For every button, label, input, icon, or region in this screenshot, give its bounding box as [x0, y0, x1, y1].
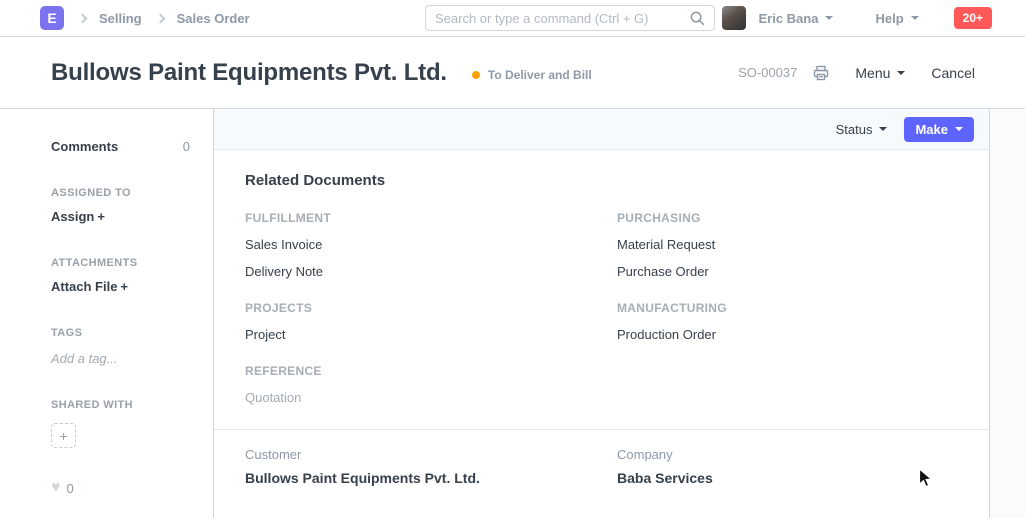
- customer-value[interactable]: Bullows Paint Equipments Pvt. Ltd.: [245, 470, 617, 486]
- menu-label: Menu: [855, 65, 890, 81]
- fulfillment-heading: FULFILLMENT: [245, 211, 617, 225]
- user-avatar[interactable]: [722, 6, 746, 30]
- likes[interactable]: ♥ 0: [51, 480, 190, 496]
- page-body: Comments 0 ASSIGNED TO Assign+ ATTACHMEN…: [0, 109, 1025, 518]
- form-main: Status Make Related Documents FULFILLMEN…: [214, 109, 990, 518]
- navbar-right: Eric Bana Help 20+: [722, 6, 992, 30]
- link-project[interactable]: Project: [245, 328, 617, 342]
- form-toolbar: Status Make: [214, 109, 989, 150]
- user-name-label: Eric Bana: [758, 11, 818, 26]
- status-dropdown-button[interactable]: Status: [836, 122, 888, 137]
- search-input[interactable]: [435, 11, 690, 26]
- status-label: Status: [836, 122, 873, 137]
- related-documents-dashboard: Related Documents FULFILLMENT Sales Invo…: [214, 150, 989, 405]
- make-dropdown-button[interactable]: Make: [904, 117, 974, 142]
- section-empty: [617, 364, 959, 405]
- company-value[interactable]: Baba Services: [617, 470, 959, 486]
- notifications-badge[interactable]: 20+: [954, 7, 992, 29]
- dashboard-grid: FULFILLMENT Sales Invoice Delivery Note …: [245, 189, 959, 405]
- purchasing-heading: PURCHASING: [617, 211, 959, 225]
- breadcrumb-selling[interactable]: Selling: [99, 11, 142, 26]
- page-header: Bullows Paint Equipments Pvt. Ltd. To De…: [0, 37, 1025, 109]
- add-tag-input[interactable]: Add a tag...: [51, 351, 190, 366]
- link-production-order[interactable]: Production Order: [617, 328, 959, 342]
- breadcrumb-chevron-icon: [78, 13, 88, 23]
- assign-button[interactable]: Assign+: [51, 209, 190, 224]
- section-projects: PROJECTS Project: [245, 301, 617, 342]
- menu-button[interactable]: Menu: [855, 65, 905, 81]
- section-purchasing: PURCHASING Material Request Purchase Ord…: [617, 211, 959, 279]
- attach-file-button[interactable]: Attach File+: [51, 279, 190, 294]
- print-icon[interactable]: [813, 65, 829, 81]
- status-indicator-label: To Deliver and Bill: [488, 68, 592, 82]
- status-indicator: To Deliver and Bill: [472, 68, 592, 82]
- add-share-button[interactable]: +: [51, 423, 76, 448]
- section-fulfillment: FULFILLMENT Sales Invoice Delivery Note: [245, 211, 617, 279]
- help-label: Help: [875, 11, 903, 26]
- assign-label: Assign: [51, 209, 94, 224]
- attachments-heading: ATTACHMENTS: [51, 257, 190, 269]
- reference-heading: REFERENCE: [245, 364, 617, 378]
- page-title: Bullows Paint Equipments Pvt. Ltd.: [51, 59, 447, 87]
- plus-icon: +: [97, 209, 105, 224]
- company-label: Company: [617, 447, 959, 462]
- link-material-request[interactable]: Material Request: [617, 238, 959, 252]
- caret-down-icon: [955, 127, 963, 131]
- global-search[interactable]: [425, 5, 715, 31]
- company-field: Company Baba Services: [617, 447, 959, 486]
- heart-icon: ♥: [51, 480, 61, 496]
- top-navbar: E Selling Sales Order Eric Bana Help 20+: [0, 0, 1025, 37]
- caret-down-icon: [825, 16, 833, 20]
- attach-file-label: Attach File: [51, 279, 117, 294]
- cancel-button[interactable]: Cancel: [931, 65, 975, 81]
- link-quotation[interactable]: Quotation: [245, 391, 617, 405]
- status-dot-icon: [472, 71, 480, 79]
- tags-heading: TAGS: [51, 327, 190, 339]
- related-documents-title: Related Documents: [245, 172, 959, 189]
- caret-down-icon: [897, 71, 905, 75]
- projects-heading: PROJECTS: [245, 301, 617, 315]
- link-delivery-note[interactable]: Delivery Note: [245, 265, 617, 279]
- comments-count: 0: [183, 139, 190, 154]
- document-id: SO-00037: [738, 65, 797, 80]
- manufacturing-heading: MANUFACTURING: [617, 301, 959, 315]
- page-header-actions: SO-00037 Menu Cancel: [738, 65, 975, 81]
- breadcrumb-chevron-icon: [155, 13, 165, 23]
- plus-icon: +: [59, 428, 67, 444]
- section-reference: REFERENCE Quotation: [245, 364, 617, 405]
- plus-icon: +: [120, 279, 128, 294]
- make-label: Make: [915, 123, 948, 136]
- shared-with-heading: SHARED WITH: [51, 399, 190, 411]
- customer-section: Customer Bullows Paint Equipments Pvt. L…: [214, 429, 989, 486]
- right-gutter: [990, 109, 1025, 518]
- assigned-to-heading: ASSIGNED TO: [51, 187, 190, 199]
- comments-link[interactable]: Comments 0: [51, 139, 190, 154]
- likes-count: 0: [67, 481, 74, 496]
- link-purchase-order[interactable]: Purchase Order: [617, 265, 959, 279]
- section-manufacturing: MANUFACTURING Production Order: [617, 301, 959, 342]
- help-menu[interactable]: Help: [875, 11, 918, 26]
- form-sidebar: Comments 0 ASSIGNED TO Assign+ ATTACHMEN…: [0, 109, 214, 518]
- customer-field: Customer Bullows Paint Equipments Pvt. L…: [245, 447, 617, 486]
- caret-down-icon: [879, 127, 887, 131]
- link-sales-invoice[interactable]: Sales Invoice: [245, 238, 617, 252]
- caret-down-icon: [911, 16, 919, 20]
- customer-label: Customer: [245, 447, 617, 462]
- user-menu[interactable]: Eric Bana: [758, 11, 833, 26]
- app-logo[interactable]: E: [40, 6, 64, 30]
- comments-label: Comments: [51, 139, 118, 154]
- search-icon: [690, 11, 705, 26]
- breadcrumb-sales-order[interactable]: Sales Order: [177, 11, 250, 26]
